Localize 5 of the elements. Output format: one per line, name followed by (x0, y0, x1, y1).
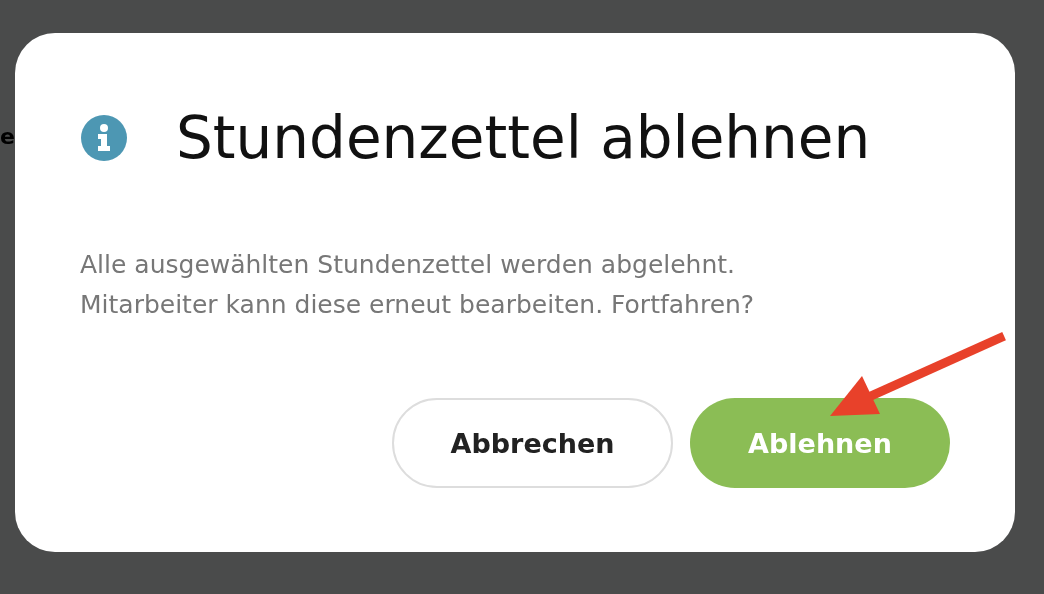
info-icon (80, 114, 128, 162)
dialog-title: Stundenzettel ablehnen (176, 103, 871, 173)
background-text: e (0, 124, 15, 149)
dialog-message: Alle ausgewählten Stundenzettel werden abgelehnt. Mitarbeiter kann diese erneut bearbeiten. Fortfahren? (80, 249, 756, 321)
cancel-button[interactable]: Abbrechen (392, 398, 673, 488)
